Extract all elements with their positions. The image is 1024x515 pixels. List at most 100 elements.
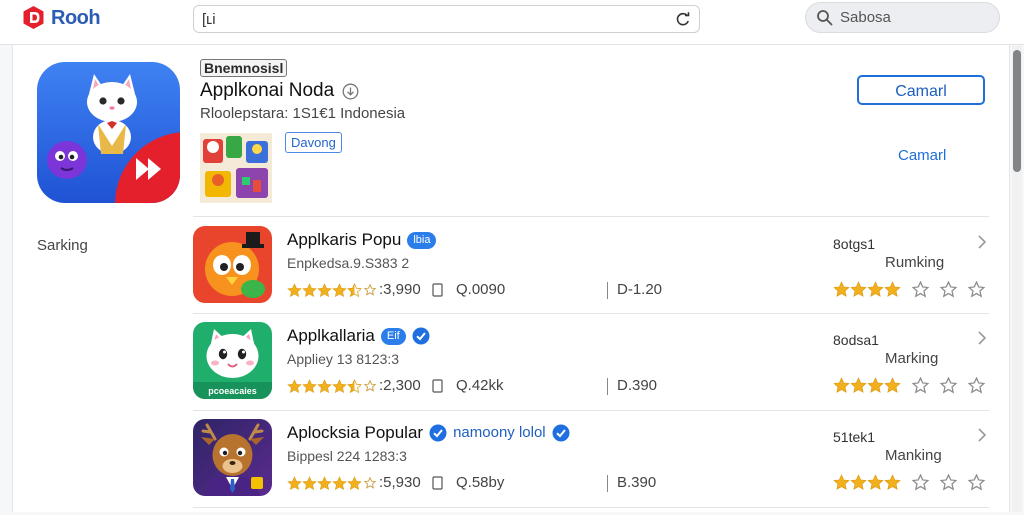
rank-stars[interactable] — [833, 377, 985, 394]
search-bar[interactable] — [193, 5, 700, 33]
app-subtitle: Appliey 13 8123:3 — [287, 351, 400, 367]
app-subtitle: Enpkedsa.9.S383 2 — [287, 255, 410, 271]
rank-value: 51tek1 — [833, 429, 876, 445]
star-filled-icon — [302, 379, 317, 393]
refresh-icon[interactable] — [675, 11, 691, 27]
star-filled-icon — [833, 377, 850, 393]
app-title[interactable]: Applkaris Popu — [287, 229, 401, 251]
app-size: D.390 — [617, 377, 658, 394]
chevron-right-icon[interactable] — [977, 330, 987, 346]
app-icon[interactable] — [193, 226, 272, 303]
list-item[interactable]: pcoeacaies Applkallaria Eif Appliey 13 8… — [193, 322, 989, 418]
rank-stars[interactable] — [833, 281, 985, 298]
divider — [193, 410, 989, 411]
star-filled-icon — [287, 476, 302, 490]
featured-action-link[interactable]: Camarl — [898, 147, 946, 165]
featured-label: Bnemnosisl — [200, 59, 288, 77]
logo-icon[interactable] — [21, 5, 46, 30]
screenshot-thumbnail[interactable] — [200, 133, 272, 203]
scrollbar-thumb[interactable] — [1013, 50, 1021, 172]
search-icon — [817, 10, 833, 26]
star-empty-icon — [968, 377, 985, 394]
rank-stars[interactable] — [833, 474, 985, 491]
chevron-right-icon[interactable] — [977, 427, 987, 443]
star-empty-icon — [968, 281, 985, 298]
rank-label: Manking — [885, 447, 942, 464]
app-size: D-1.20 — [617, 281, 663, 298]
star-filled-icon — [302, 476, 317, 490]
featured-action-button[interactable]: Camarl — [857, 75, 985, 105]
separator — [607, 475, 608, 492]
star-empty-icon — [968, 474, 985, 491]
list-item[interactable]: Aplocksia Popular namoony lolol Bippesl … — [193, 419, 989, 515]
star-filled-icon — [332, 283, 347, 297]
star-empty-icon — [912, 281, 929, 298]
app-badge: Eif — [380, 327, 406, 345]
rating-stars — [287, 476, 362, 491]
rating-stars — [287, 379, 362, 394]
app-size: B.390 — [617, 474, 657, 491]
star-empty-icon — [912, 377, 929, 394]
app-title[interactable]: Aplocksia Popular — [287, 422, 423, 444]
chevron-right-icon[interactable] — [977, 234, 987, 250]
verified-check-icon — [552, 424, 570, 442]
app-title[interactable]: Applkallaria — [287, 325, 375, 347]
star-half-icon — [347, 283, 362, 298]
app-icon[interactable]: pcoeacaies — [193, 322, 272, 399]
sidebar-label[interactable]: Sarking — [37, 237, 88, 255]
category-tag[interactable]: Davong — [285, 132, 342, 153]
rank-label: Marking — [885, 350, 939, 367]
featured-app-icon[interactable] — [37, 62, 180, 203]
search-input[interactable] — [202, 8, 662, 30]
star-filled-icon — [347, 476, 362, 490]
featured-title-line: Applkonai Noda — [200, 79, 359, 103]
list-item[interactable]: Applkaris Popu lbia Enpkedsa.9.S383 2 :3… — [193, 226, 989, 322]
star-empty-icon — [912, 474, 929, 491]
star-filled-icon — [287, 283, 302, 297]
star-filled-icon — [867, 377, 884, 393]
verified-check-icon — [412, 327, 430, 345]
star-filled-icon — [302, 283, 317, 297]
download-count: Q.42kk — [456, 377, 504, 394]
file-icon — [432, 476, 443, 490]
star-filled-icon — [884, 377, 901, 393]
quick-search-input[interactable] — [840, 7, 990, 28]
divider — [193, 216, 989, 217]
star-filled-icon — [317, 283, 332, 297]
review-count: :5,930 — [379, 474, 421, 491]
quick-search[interactable] — [805, 2, 1000, 33]
featured-subtitle: Rloolepstara: 1S1€1 Indonesia — [200, 105, 406, 122]
app-badge: lbia — [407, 231, 437, 249]
review-count: :3,990 — [379, 281, 421, 298]
star-filled-icon — [833, 281, 850, 297]
star-filled-icon — [850, 474, 867, 490]
separator — [607, 378, 608, 395]
star-filled-icon — [884, 474, 901, 490]
circle-down-icon[interactable] — [342, 83, 359, 100]
divider — [193, 507, 989, 508]
star-filled-icon — [332, 379, 347, 393]
star-empty-icon — [940, 377, 957, 394]
review-count: :2,300 — [379, 377, 421, 394]
star-half-icon — [347, 379, 362, 394]
separator — [607, 282, 608, 299]
rating-stars — [287, 283, 362, 298]
app-title-line: Applkallaria Eif — [287, 325, 430, 347]
developer-name[interactable]: namoony lolol — [453, 423, 546, 443]
star-filled-icon — [850, 281, 867, 297]
app-name[interactable]: Rooh — [51, 6, 101, 30]
star-filled-icon — [317, 476, 332, 490]
star-empty-icon — [940, 474, 957, 491]
star-empty-icon — [940, 281, 957, 298]
rank-value: 8odsa1 — [833, 332, 879, 348]
app-icon-text: pcoeacaies — [208, 386, 257, 396]
rank-label: Rumking — [885, 254, 945, 271]
featured-title[interactable]: Applkonai Noda — [200, 79, 334, 103]
verified-check-icon — [429, 424, 447, 442]
app-title-line: Aplocksia Popular namoony lolol — [287, 422, 570, 444]
download-count: Q.58by — [456, 474, 505, 491]
file-icon — [432, 379, 443, 393]
star-filled-icon — [833, 474, 850, 490]
app-icon[interactable] — [193, 419, 272, 496]
star-outline-icon — [364, 477, 376, 489]
